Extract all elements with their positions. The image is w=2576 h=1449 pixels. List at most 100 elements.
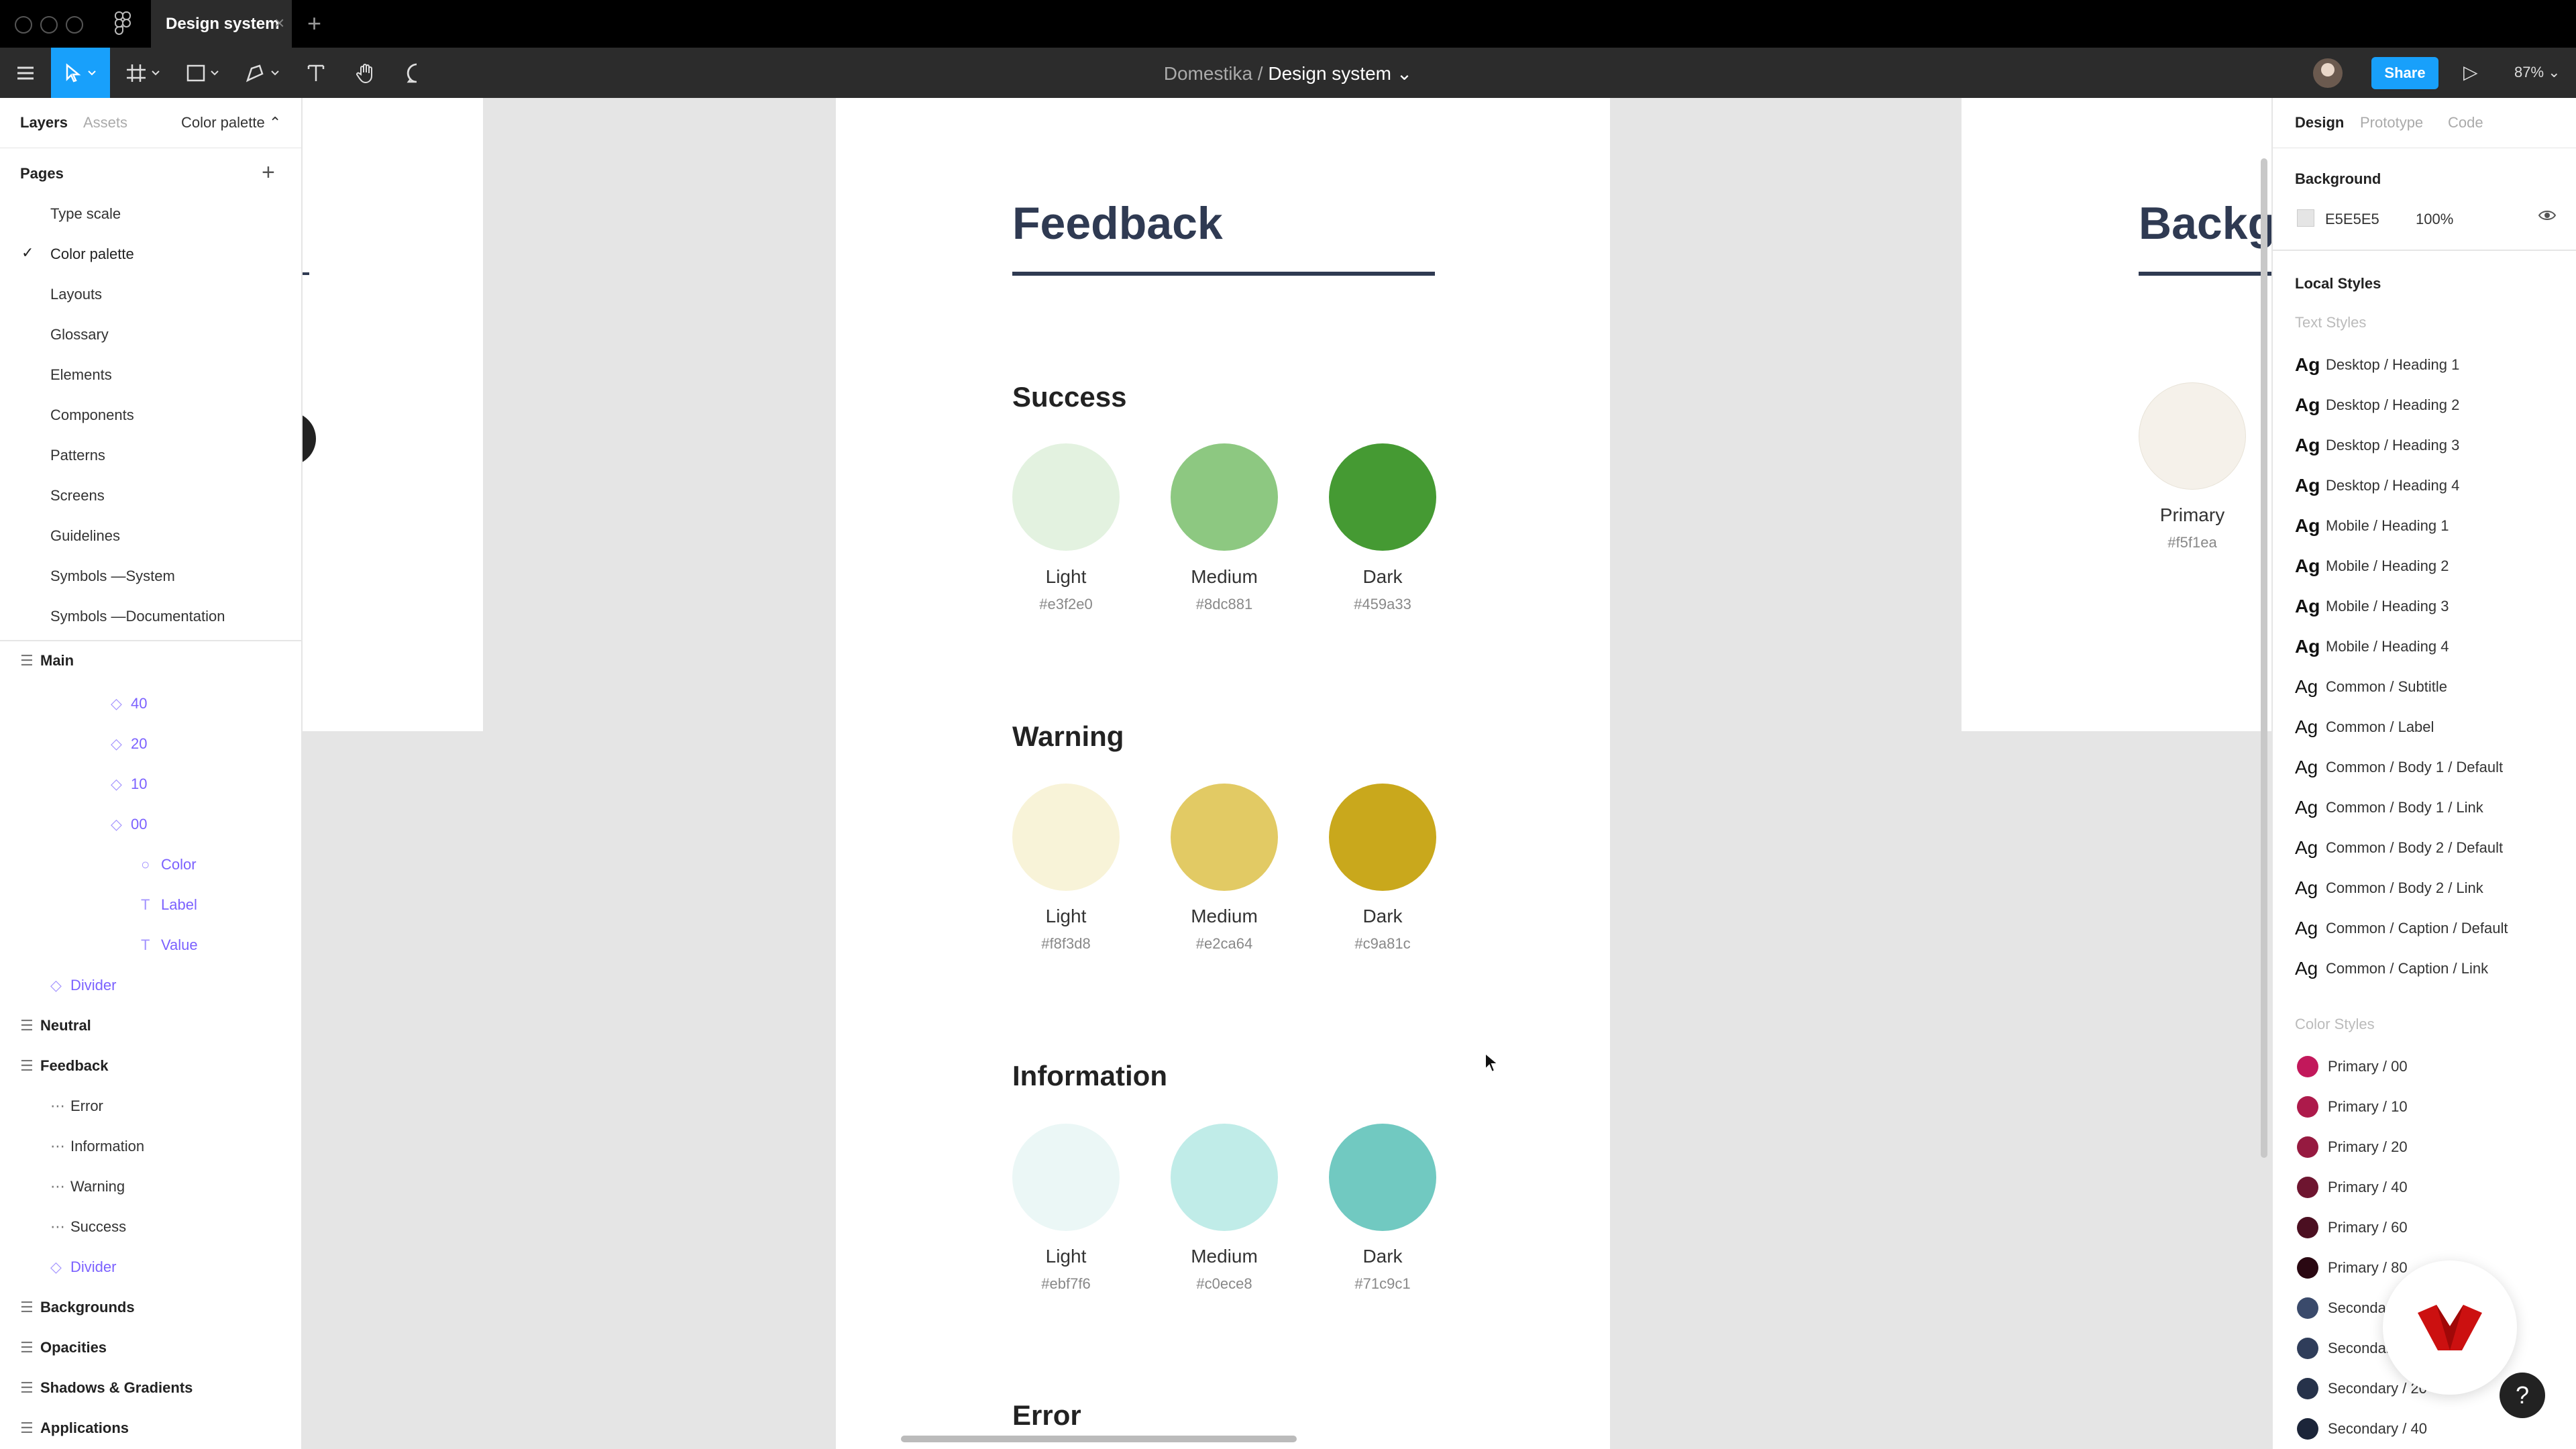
layer-row[interactable]: ☰ Applications — [20, 1419, 129, 1437]
file-tab[interactable]: Design system × — [151, 0, 292, 48]
text-style-row[interactable]: Ag Common / Body 1 / Link — [2295, 797, 2483, 818]
layer-row[interactable]: ◇ Divider — [50, 1258, 116, 1276]
color-style-row[interactable]: Primary / 60 — [2297, 1217, 2408, 1238]
layer-row[interactable]: T Label — [141, 896, 197, 914]
panel-divider — [2273, 250, 2576, 251]
text-style-row[interactable]: Ag Desktop / Heading 2 — [2295, 394, 2459, 416]
breadcrumb-team[interactable]: Domestika — [1164, 63, 1252, 84]
color-style-row[interactable]: Seconda — [2297, 1297, 2386, 1319]
feedback-frame[interactable]: Feedback Success Light Medium Dark #e3f2… — [836, 98, 1610, 1449]
layer-row[interactable]: ⋯ Error — [50, 1097, 103, 1115]
text-style-row[interactable]: Ag Common / Body 1 / Default — [2295, 757, 2503, 778]
layer-row[interactable]: ◇ 40 — [111, 695, 147, 712]
new-tab-icon[interactable]: + — [307, 9, 321, 38]
layer-row[interactable]: ◇ Divider — [50, 977, 116, 994]
color-swatch[interactable] — [1012, 1124, 1120, 1231]
current-page-dropdown[interactable]: Color palette ⌃ — [181, 114, 281, 131]
color-style-row[interactable]: Primary / 20 — [2297, 1136, 2408, 1158]
page-item[interactable]: Patterns — [50, 447, 105, 464]
text-style-row[interactable]: Ag Common / Subtitle — [2295, 676, 2447, 698]
page-item-active[interactable]: Color palette — [50, 246, 134, 263]
color-style-row[interactable]: Primary / 00 — [2297, 1056, 2408, 1077]
text-style-row[interactable]: Ag Common / Caption / Link — [2295, 958, 2488, 979]
text-style-row[interactable]: Ag Common / Caption / Default — [2295, 918, 2508, 939]
page-item[interactable]: Symbols —System — [50, 568, 175, 585]
close-tab-icon[interactable]: × — [274, 13, 284, 34]
layer-row[interactable]: ⋯ Success — [50, 1218, 126, 1236]
color-swatch[interactable] — [1171, 784, 1278, 891]
color-swatch[interactable] — [1329, 443, 1436, 551]
color-style-row[interactable]: Secondar — [2297, 1338, 2391, 1359]
text-style-row[interactable]: Ag Common / Label — [2295, 716, 2434, 738]
share-button[interactable]: Share — [2371, 57, 2438, 89]
page-item[interactable]: Elements — [50, 366, 112, 384]
text-style-row[interactable]: Ag Desktop / Heading 1 — [2295, 354, 2459, 376]
page-item[interactable]: Components — [50, 407, 134, 424]
color-swatch[interactable] — [2139, 382, 2246, 490]
help-button[interactable]: ? — [2500, 1373, 2545, 1418]
layer-row[interactable]: ◇ 00 — [111, 816, 147, 833]
color-style-row[interactable]: Primary / 10 — [2297, 1096, 2408, 1118]
text-style-row[interactable]: Ag Common / Body 2 / Default — [2295, 837, 2503, 859]
text-style-row[interactable]: Ag Mobile / Heading 3 — [2295, 596, 2449, 617]
layer-row[interactable]: ☰ Opacities — [20, 1339, 107, 1356]
text-style-row[interactable]: Ag Mobile / Heading 2 — [2295, 555, 2449, 577]
avatar[interactable] — [2313, 58, 2343, 88]
color-swatch[interactable] — [1171, 443, 1278, 551]
layer-row[interactable]: ○ Color — [141, 856, 197, 873]
layer-row[interactable]: ☰ Main — [20, 652, 74, 669]
color-swatch[interactable] — [1329, 784, 1436, 891]
frame-left-partial[interactable] — [303, 98, 483, 731]
maximize-window-button[interactable] — [66, 16, 83, 34]
layer-row[interactable]: ◇ 10 — [111, 775, 147, 793]
close-window-button[interactable] — [15, 16, 32, 34]
page-item[interactable]: Glossary — [50, 326, 109, 343]
tab-prototype[interactable]: Prototype — [2360, 114, 2423, 131]
tab-assets[interactable]: Assets — [83, 114, 127, 131]
page-item[interactable]: Type scale — [50, 205, 121, 223]
color-style-row[interactable]: Primary / 40 — [2297, 1177, 2408, 1198]
figma-logo-icon[interactable] — [113, 11, 133, 36]
breadcrumb-file[interactable]: Design system — [1268, 63, 1391, 84]
color-style-dot — [2297, 1418, 2318, 1440]
page-item[interactable]: Symbols —Documentation — [50, 608, 225, 625]
color-style-row[interactable]: Secondary / 40 — [2297, 1418, 2427, 1440]
vertical-scrollbar[interactable] — [2261, 158, 2267, 1158]
color-swatch[interactable] — [1012, 784, 1120, 891]
color-swatch[interactable] — [1171, 1124, 1278, 1231]
layer-row[interactable]: ☰ Neutral — [20, 1017, 91, 1034]
background-hex-input[interactable]: E5E5E5 — [2325, 211, 2379, 228]
horizontal-scrollbar[interactable] — [901, 1436, 1297, 1442]
eye-icon[interactable] — [2538, 208, 2557, 227]
page-item[interactable]: Screens — [50, 487, 105, 504]
minimize-window-button[interactable] — [40, 16, 58, 34]
tab-design[interactable]: Design — [2295, 114, 2344, 131]
chevron-down-icon[interactable]: ⌄ — [1397, 63, 1412, 84]
text-style-row[interactable]: Ag Mobile / Heading 4 — [2295, 636, 2449, 657]
page-item[interactable]: Layouts — [50, 286, 102, 303]
present-play-icon[interactable]: ▷ — [2463, 61, 2478, 83]
layer-row[interactable]: T Value — [141, 936, 198, 954]
layer-row[interactable]: ⋯ Warning — [50, 1178, 125, 1195]
text-style-row[interactable]: Ag Desktop / Heading 4 — [2295, 475, 2459, 496]
canvas[interactable]: Feedback Success Light Medium Dark #e3f2… — [303, 98, 2271, 1449]
color-swatch[interactable] — [1329, 1124, 1436, 1231]
page-item[interactable]: Guidelines — [50, 527, 120, 545]
backgrounds-frame-partial[interactable]: Backg Primary #f5f1ea — [1962, 98, 2271, 731]
zoom-dropdown[interactable]: 87% ⌄ — [2514, 64, 2561, 81]
tab-layers[interactable]: Layers — [20, 114, 68, 131]
layer-row[interactable]: ☰ Shadows & Gradients — [20, 1379, 193, 1397]
text-style-row[interactable]: Ag Desktop / Heading 3 — [2295, 435, 2459, 456]
add-page-icon[interactable]: + — [262, 160, 275, 186]
domestika-logo-badge[interactable] — [2383, 1260, 2517, 1395]
layer-row[interactable]: ⋯ Information — [50, 1138, 144, 1155]
background-opacity-input[interactable]: 100% — [2416, 211, 2453, 228]
background-color-chip[interactable] — [2297, 209, 2314, 227]
layer-row[interactable]: ☰ Feedback — [20, 1057, 109, 1075]
tab-code[interactable]: Code — [2448, 114, 2483, 131]
layer-row[interactable]: ☰ Backgrounds — [20, 1299, 135, 1316]
layer-row[interactable]: ◇ 20 — [111, 735, 147, 753]
text-style-row[interactable]: Ag Common / Body 2 / Link — [2295, 877, 2483, 899]
color-swatch[interactable] — [1012, 443, 1120, 551]
text-style-row[interactable]: Ag Mobile / Heading 1 — [2295, 515, 2449, 537]
